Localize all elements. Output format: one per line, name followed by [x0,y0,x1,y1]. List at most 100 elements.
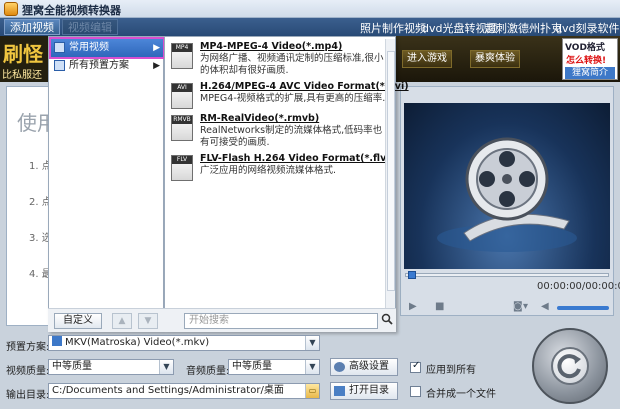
video-category-icon [54,42,65,53]
seek-thumb[interactable] [408,271,416,279]
ad-enter-game-button[interactable]: 进入游戏 [402,50,452,68]
format-name: RM-RealVideo(*.rmvb) [200,113,320,124]
preview-panel: 00:00:00/00:00:00 ▶ ■ ◙ ▾ ◀ [400,86,620,316]
rmvb-file-tag: RMVB [172,116,192,124]
search-icon[interactable] [381,313,393,325]
open-dir-button[interactable]: 打开目录 [330,382,398,400]
format-item-rmvb[interactable]: RMVB RM-RealVideo(*.rmvb) RealNetworks制定… [171,113,391,148]
format-name: H.264/MPEG-4 AVC Video Format(*.avi) [200,81,409,92]
volume-icon[interactable]: ◀ [541,301,549,312]
mp4-file-icon: MP4 [171,43,193,69]
refresh-arrow-icon [557,354,581,379]
preview-screen [404,103,610,269]
category-common-video-label: 常用视频 [69,42,109,53]
advanced-settings-button[interactable]: 高级设置 [330,358,398,376]
format-description: MPEG4-视频格式的扩展,具有更高的压缩率. [200,93,386,104]
app-window: 狸窝全能视频转换器 添加视频 视频编辑 照片制作视频 dvd光盘转视频 超刺激德… [0,0,620,409]
video-quality-label: 视频质量: [6,366,50,377]
format-name: FLV-Flash H.264 Video Format(*.flv) [200,153,391,164]
preset-label: 预置方案: [6,342,50,353]
ad-logo-subtext: 比私服还 [2,70,42,81]
open-folder-icon [334,386,345,396]
flv-file-icon: FLV [171,155,193,181]
ad-experience-button[interactable]: 暴爽体验 [470,50,520,68]
presets-icon [54,60,65,71]
seek-bar[interactable] [405,271,609,279]
merge-label: 合并成一个文件 [426,389,496,400]
submenu-arrow-icon: ▶ [153,61,160,71]
ad-logo-text: 刷怪 [3,42,43,66]
format-item-avi[interactable]: AVI H.264/MPEG-4 AVC Video Format(*.avi)… [171,81,409,111]
stop-icon[interactable]: ■ [435,301,444,312]
format-item-flv[interactable]: FLV FLV-Flash H.264 Video Format(*.flv) … [171,153,391,183]
chevron-down-icon: ▼ [305,336,319,350]
chevron-down-icon: ▼ [305,360,319,374]
film-reel-icon [437,137,577,252]
output-dir-label: 输出目录: [6,390,50,401]
output-dir-value: C:/Documents and Settings/Administrator/… [52,385,284,396]
toolbar-link-dvd-burn[interactable]: dvd刻录软件 [555,20,619,36]
video-quality-select[interactable]: 中等质量 ▼ [48,359,174,375]
avi-file-icon: AVI [171,83,193,109]
preset-category-menu: 常用视频 ▶ 所有预置方案 ▶ [48,36,165,332]
custom-button[interactable]: 自定义 [54,313,102,329]
snapshot-dropdown-icon[interactable]: ▾ [523,301,528,312]
apply-all-checkbox[interactable] [410,360,421,373]
toolbar-link-poker[interactable]: 超刺激德州扑克 [485,20,562,36]
add-video-button[interactable]: 添加视频 [4,19,60,35]
video-format-icon [52,336,62,346]
app-logo-icon [4,2,18,16]
format-description: 为网络广播、视频通讯定制的压缩标准,很小的体积却有很好画质. [200,53,384,76]
settings-panel: 预置方案: MKV(Matroska) Video(*.mkv) ▼ 视频质量:… [0,332,620,409]
convert-button[interactable] [532,328,608,404]
menu-footer: 自定义 ▲ ▼ 开始搜索 [48,308,396,332]
format-name: MP4-MPEG-4 Video(*.mp4) [200,41,343,52]
ad-logo: 刷怪 比私服还 [0,36,48,82]
vod-ad-button[interactable]: 狸窝简介 [565,67,615,79]
format-description: RealNetworks制定的流媒体格式,低码率也有可接受的画质. [200,125,383,148]
nav-up-icon[interactable]: ▲ [112,313,132,329]
format-menu: MP4 MP4-MPEG-4 Video(*.mp4) 为网络广播、视频通讯定制… [164,36,409,332]
title-bar: 狸窝全能视频转换器 [0,0,620,18]
rmvb-file-icon: RMVB [171,115,193,141]
nav-down-icon[interactable]: ▼ [138,313,158,329]
preset-select-value: MKV(Matroska) Video(*.mkv) [65,337,210,348]
preset-select[interactable]: MKV(Matroska) Video(*.mkv) ▼ [48,335,320,351]
category-common-video[interactable]: 常用视频 ▶ [49,37,165,59]
audio-quality-select[interactable]: 中等质量 ▼ [228,359,320,375]
audio-quality-label: 音频质量: [186,366,230,377]
search-input[interactable]: 开始搜索 [184,313,378,329]
advanced-settings-label: 高级设置 [349,361,389,372]
merge-checkbox[interactable] [410,386,421,397]
player-controls: ▶ ■ ◙ ▾ ◀ [401,297,615,315]
output-dir-field[interactable]: C:/Documents and Settings/Administrator/… [48,383,320,399]
avi-file-tag: AVI [172,84,192,92]
open-dir-label: 打开目录 [349,385,389,396]
gear-icon [334,362,345,372]
snapshot-icon[interactable]: ◙ [513,301,523,312]
window-title: 狸窝全能视频转换器 [22,4,121,17]
chevron-down-icon: ▼ [159,360,173,374]
vod-ad[interactable]: VOD格式 怎么转换! 狸窝简介 [562,38,618,80]
folder-icon[interactable]: ▭ [305,384,319,398]
volume-slider[interactable] [557,306,609,310]
video-edit-button[interactable]: 视频编辑 [62,19,118,35]
category-all-presets[interactable]: 所有预置方案 ▶ [51,57,163,75]
vod-ad-subtitle: 怎么转换! [566,56,607,66]
format-item-mp4[interactable]: MP4 MP4-MPEG-4 Video(*.mp4) 为网络广播、视频通讯定制… [171,41,391,76]
toolbar: 添加视频 视频编辑 照片制作视频 dvd光盘转视频 超刺激德州扑克 dvd刻录软… [0,18,620,36]
toolbar-link-photo-video[interactable]: 照片制作视频 [360,20,426,36]
convert-icon [551,347,589,385]
audio-quality-value: 中等质量 [232,361,272,372]
category-all-presets-label: 所有预置方案 [69,60,129,71]
timecode: 00:00:00/00:00:00 [537,281,620,292]
flv-file-tag: FLV [172,156,192,164]
video-quality-value: 中等质量 [52,361,92,372]
vod-ad-title: VOD格式 [565,43,605,53]
scrollbar-thumb[interactable] [387,51,395,291]
mp4-file-tag: MP4 [172,44,192,52]
play-icon[interactable]: ▶ [409,301,417,312]
apply-all-label: 应用到所有 [426,365,476,376]
format-menu-scrollbar[interactable] [385,39,395,309]
submenu-arrow-icon: ▶ [153,43,160,53]
